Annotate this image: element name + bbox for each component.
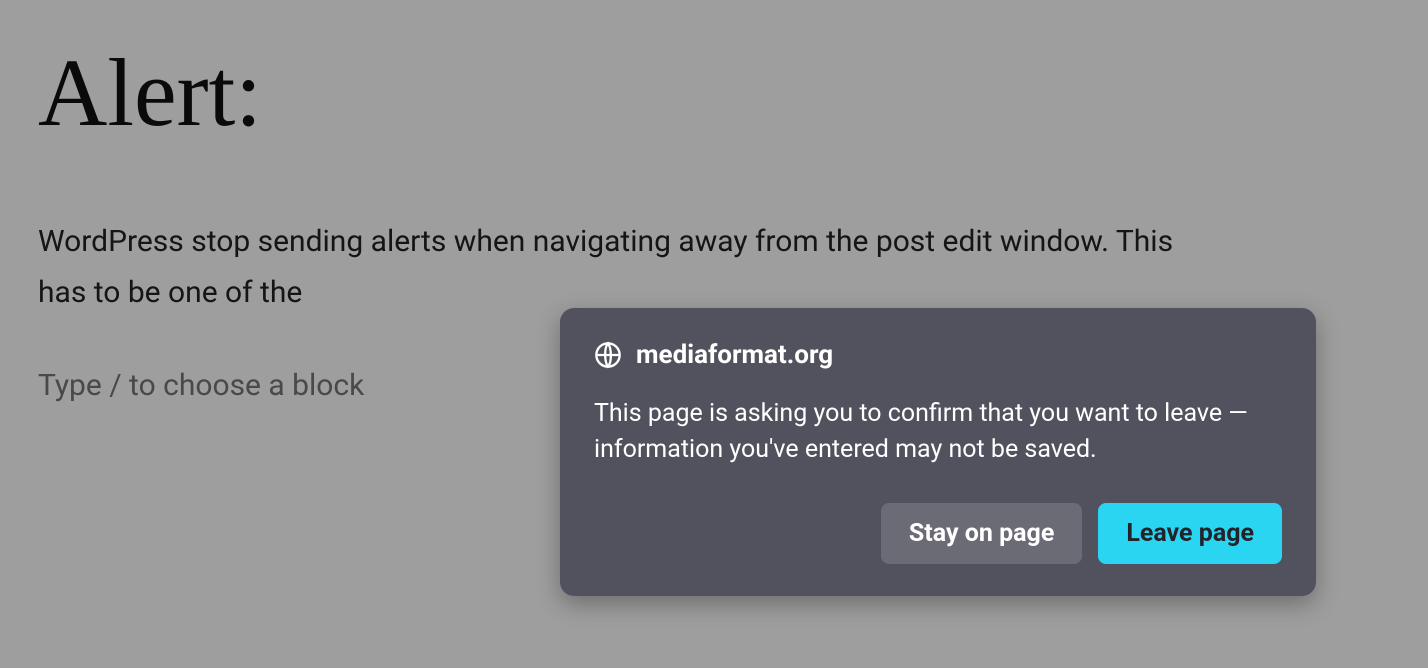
dialog-message: This page is asking you to confirm that … [594, 396, 1282, 469]
dialog-header: mediaformat.org [594, 340, 1282, 370]
leave-page-button[interactable]: Leave page [1098, 503, 1282, 564]
leave-page-dialog: mediaformat.org This page is asking you … [560, 308, 1316, 596]
dialog-actions: Stay on page Leave page [594, 503, 1282, 564]
globe-icon [594, 341, 622, 369]
stay-on-page-button[interactable]: Stay on page [881, 503, 1082, 564]
dialog-site-name: mediaformat.org [636, 340, 833, 370]
